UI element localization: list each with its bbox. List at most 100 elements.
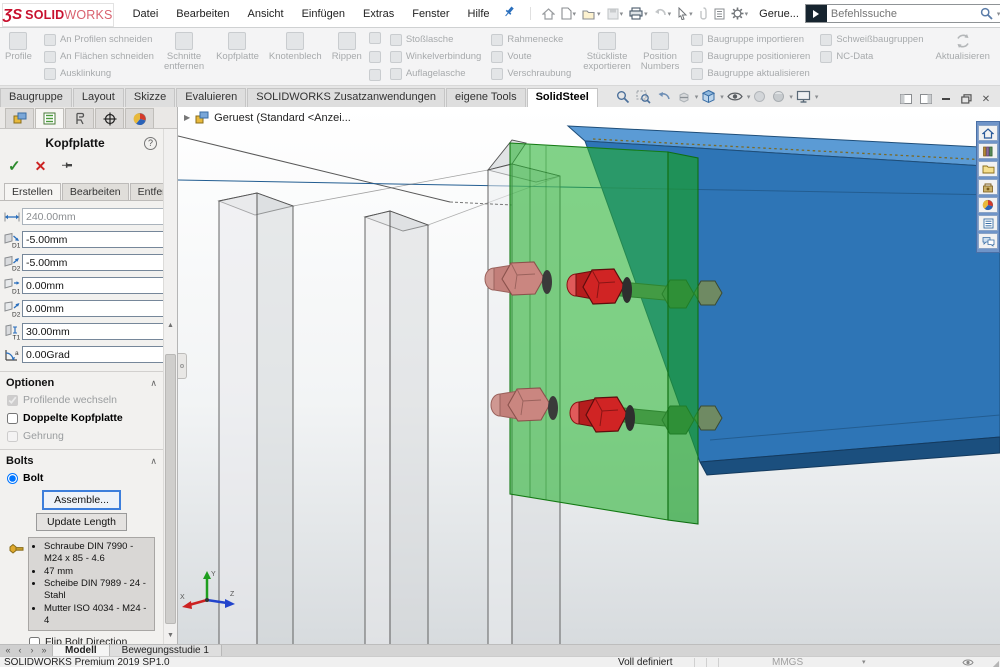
configuration-manager-tab[interactable] (65, 108, 94, 128)
bolt-radio[interactable] (7, 473, 18, 484)
menu-einfuegen[interactable]: Einfügen (293, 5, 354, 23)
command-search-input[interactable] (827, 6, 977, 21)
menu-extras[interactable]: Extras (354, 5, 403, 23)
gear-caret-icon[interactable]: ▾ (745, 10, 749, 18)
search-magnifier-icon[interactable] (977, 7, 996, 20)
ribbon-button-profile[interactable]: Profile (0, 28, 37, 85)
task-forum-icon[interactable] (978, 233, 998, 249)
view-settings-caret-icon[interactable]: ▾ (815, 93, 819, 101)
task-custom-properties-icon[interactable] (978, 215, 998, 231)
tab-nav-next-icon[interactable]: › (26, 645, 38, 656)
offset-d2-input[interactable] (23, 255, 163, 270)
tree-root-label[interactable]: Geruest (Standard <Anzei... (214, 112, 351, 124)
mini-plate-icon-1[interactable] (369, 32, 381, 44)
select-cursor-icon[interactable]: ▾ (677, 7, 693, 20)
bolts-collapse-icon[interactable]: ∧ (150, 456, 157, 467)
ribbon-item-an-profilen-schneiden[interactable]: An Profilen schneiden (44, 32, 154, 47)
ribbon-item-baugruppe-importieren[interactable]: Baugruppe importieren (691, 32, 810, 47)
tab-eigene-tools[interactable]: eigene Tools (446, 88, 526, 107)
profilende-wechseln-checkbox[interactable] (7, 395, 18, 406)
offset-d1b-input[interactable] (23, 278, 163, 293)
model-tab[interactable]: Modell (53, 645, 110, 656)
panel-scrollbar[interactable]: ▲ ▼ (163, 129, 177, 644)
ribbon-button-stueckliste[interactable]: Stückliste exportieren (578, 28, 636, 85)
mini-plate-icon-3[interactable] (369, 69, 381, 81)
home-icon[interactable] (542, 8, 555, 20)
graphics-viewport[interactable]: Y X Z ▶ Geruest (Standard <Anzei... (178, 107, 1000, 644)
tree-expand-icon[interactable]: ▶ (184, 113, 190, 122)
bolts-header-row[interactable]: Bolts ∧ (6, 453, 157, 469)
ribbon-item-nc-data[interactable]: NC-Data (820, 49, 923, 64)
save-icon[interactable]: ▾ (607, 8, 624, 20)
task-design-library-icon[interactable] (978, 179, 998, 195)
section-caret-icon[interactable]: ▾ (695, 93, 699, 101)
tab-zusatzanwendungen[interactable]: SOLIDWORKS Zusatzanwendungen (247, 88, 445, 107)
tab-layout[interactable]: Layout (73, 88, 124, 107)
units-caret-icon[interactable]: ▾ (862, 657, 866, 667)
ribbon-item-stosslasche[interactable]: Stoßlasche (390, 32, 482, 47)
ribbon-item-schweissbaugruppen[interactable]: Schweißbaugruppen (820, 32, 923, 47)
ribbon-button-kopfplatte[interactable]: Kopfplatte (211, 28, 264, 85)
menu-fenster[interactable]: Fenster (403, 5, 458, 23)
ribbon-item-verschraubung[interactable]: Verschraubung (491, 66, 571, 81)
print-caret-icon[interactable]: ▾ (644, 10, 648, 18)
menu-ansicht[interactable]: Ansicht (239, 5, 293, 23)
column-left-flange[interactable] (219, 193, 293, 644)
tab-nav-first-icon[interactable]: « (2, 645, 14, 656)
attach-icon[interactable] (699, 7, 708, 20)
scroll-up-icon[interactable]: ▲ (164, 319, 177, 332)
display-style-caret-icon[interactable]: ▾ (747, 93, 751, 101)
task-resources-icon[interactable] (978, 143, 998, 159)
tab-skizze[interactable]: Skizze (125, 88, 175, 107)
panel-splitter-handle[interactable] (178, 353, 187, 379)
keep-visible-pin-icon[interactable] (60, 159, 74, 174)
ribbon-button-knotenblech[interactable]: Knotenblech (264, 28, 327, 85)
ribbon-item-an-flaechen-schneiden[interactable]: An Flächen schneiden (44, 49, 154, 64)
tab-baugruppe[interactable]: Baugruppe (0, 88, 72, 107)
doc-restore-button[interactable] (957, 91, 975, 107)
open-folder-icon[interactable]: ▾ (582, 8, 601, 20)
ribbon-item-voute[interactable]: Voute (491, 49, 571, 64)
units-label[interactable]: MMGS (772, 657, 803, 667)
menu-datei[interactable]: Datei (124, 5, 168, 23)
zoom-fit-icon[interactable] (616, 90, 630, 104)
command-search[interactable]: ▾ (805, 4, 1000, 23)
pane-left-toggle-icon[interactable] (897, 91, 915, 107)
properties-list-icon[interactable] (714, 8, 725, 20)
mode-tab-bearbeiten[interactable]: Bearbeiten (62, 183, 129, 200)
appearance-scene-icon[interactable] (772, 90, 785, 103)
plate-width-input[interactable] (23, 209, 163, 224)
new-document-icon[interactable]: ▾ (561, 7, 577, 20)
undo-icon[interactable]: ▾ (654, 8, 672, 19)
ribbon-button-rippen[interactable]: Rippen (327, 28, 367, 85)
ribbon-item-baugruppe-positionieren[interactable]: Baugruppe positionieren (691, 49, 810, 64)
panel-help-icon[interactable]: ? (144, 137, 157, 150)
ribbon-item-ausklinkung[interactable]: Ausklinkung (44, 66, 154, 81)
update-length-button[interactable]: Update Length (36, 513, 127, 531)
flip-bolt-checkbox[interactable] (29, 637, 40, 644)
settings-gear-icon[interactable]: ▾ (731, 7, 749, 20)
ribbon-item-rahmenecke[interactable]: Rahmenecke (491, 32, 571, 47)
scroll-down-icon[interactable]: ▼ (164, 629, 177, 642)
menu-pin-icon[interactable] (503, 5, 516, 23)
quick-tip-icon[interactable] (962, 657, 974, 667)
gehrung-checkbox[interactable] (7, 431, 18, 442)
scroll-thumb[interactable] (165, 354, 176, 624)
tab-nav-prev-icon[interactable]: ‹ (14, 645, 26, 656)
pane-right-toggle-icon[interactable] (917, 91, 935, 107)
doc-close-button[interactable]: ✕ (977, 91, 995, 107)
orientation-caret-icon[interactable]: ▾ (720, 93, 724, 101)
ribbon-item-baugruppe-aktualisieren[interactable]: Baugruppe aktualisieren (691, 66, 810, 81)
offset-d2b-input[interactable] (23, 301, 163, 316)
offset-d1-input[interactable] (23, 232, 163, 247)
ribbon-button-position-numbers[interactable]: Position Numbers (636, 28, 685, 85)
print-icon[interactable]: ▾ (629, 7, 648, 20)
ok-button[interactable]: ✓ (8, 157, 21, 175)
section-view-icon[interactable] (677, 90, 691, 104)
feature-manager-tab[interactable] (5, 108, 34, 128)
tab-solidsteel[interactable]: SolidSteel (527, 88, 598, 107)
dimxpert-manager-tab[interactable] (95, 108, 124, 128)
menu-bearbeiten[interactable]: Bearbeiten (167, 5, 238, 23)
assemble-button[interactable]: Assemble... (43, 491, 120, 509)
thickness-t1-input[interactable] (23, 324, 163, 339)
